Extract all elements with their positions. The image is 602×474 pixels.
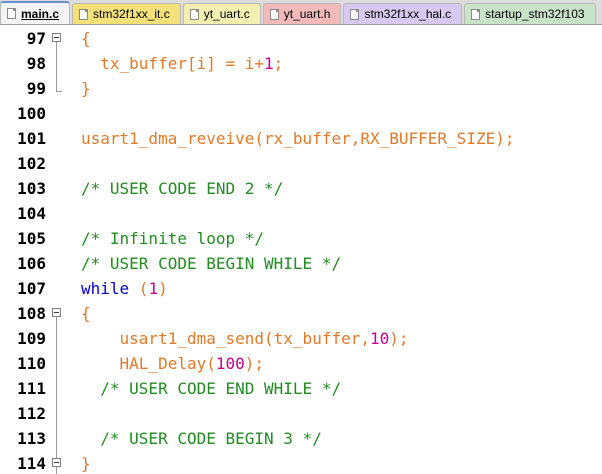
code-line[interactable]: 108 {: [0, 301, 602, 326]
collapse-icon[interactable]: [52, 33, 61, 42]
file-tab-label: stm32f1xx_it.c: [93, 7, 170, 21]
file-tab-bar: main.c stm32f1xx_it.c yt_uart.c yt_uart.h st…: [0, 0, 602, 25]
line-number: 97: [26, 29, 46, 48]
line-number: 105: [17, 229, 46, 248]
code-line[interactable]: 97 {: [0, 26, 602, 51]
code-line[interactable]: 100: [0, 101, 602, 126]
collapse-icon[interactable]: [52, 308, 61, 317]
file-icon: [350, 8, 360, 20]
code-line[interactable]: 101 usart1_dma_reveive(rx_buffer,RX_BUFFE…: [0, 126, 602, 151]
line-number: 106: [17, 254, 46, 273]
code-line[interactable]: 109 usart1_dma_send(tx_buffer,10);: [0, 326, 602, 351]
code-text: {: [81, 301, 91, 326]
code-line[interactable]: 105 /* Infinite loop */: [0, 226, 602, 251]
line-number: 112: [17, 404, 46, 423]
code-text: usart1_dma_send(tx_buffer,10);: [81, 326, 409, 351]
line-number: 98: [26, 54, 46, 73]
code-text: /* USER CODE BEGIN WHILE */: [81, 251, 341, 276]
file-icon: [189, 8, 199, 20]
line-number: 100: [17, 104, 46, 123]
code-line[interactable]: 107 while (1): [0, 276, 602, 301]
file-tab-main-c[interactable]: main.c: [0, 1, 71, 24]
file-icon: [269, 8, 279, 20]
file-tab-stm32f1xx-it-c[interactable]: stm32f1xx_it.c: [72, 3, 181, 24]
file-tab-label: main.c: [21, 6, 60, 21]
code-text: /* USER CODE END 2 */: [81, 176, 283, 201]
line-number: 99: [26, 79, 46, 98]
line-number: 111: [17, 379, 46, 398]
code-token: }: [81, 454, 91, 473]
code-token: /* USER CODE END WHILE */: [100, 379, 342, 398]
line-number: 103: [17, 179, 46, 198]
code-token: HAL_Delay(: [119, 354, 216, 373]
file-icon: [7, 8, 16, 19]
code-line[interactable]: 103 /* USER CODE END 2 */: [0, 176, 602, 201]
code-token: {: [81, 29, 91, 48]
code-token: usart1_dma_send(tx_buffer,: [119, 329, 370, 348]
file-tab-yt-uart-c[interactable]: yt_uart.c: [182, 3, 261, 24]
code-text: {: [81, 26, 91, 51]
line-number: 107: [17, 279, 46, 298]
code-line[interactable]: 110 HAL_Delay(100);: [0, 351, 602, 376]
code-line[interactable]: 99}: [0, 76, 602, 101]
file-icon: [79, 8, 89, 20]
code-token: 1: [264, 54, 274, 73]
code-token: /* USER CODE BEGIN WHILE */: [81, 254, 342, 273]
code-text: }: [81, 451, 91, 474]
code-text: tx_buffer[i] = i+1;: [81, 51, 283, 76]
code-line[interactable]: 114}: [0, 451, 602, 474]
line-number: 108: [17, 304, 46, 323]
code-line[interactable]: 98 tx_buffer[i] = i+1;: [0, 51, 602, 76]
code-token: );: [244, 354, 265, 373]
file-tab-yt-uart-h[interactable]: yt_uart.h: [262, 3, 342, 24]
code-text: }: [81, 76, 91, 101]
file-tab-label: yt_uart.c: [203, 7, 250, 21]
file-tab-label: stm32f1xx_hal.c: [364, 7, 452, 21]
collapse-icon[interactable]: [52, 458, 61, 467]
code-token: while: [81, 279, 130, 298]
file-tab-stm32f1xx-hal-c[interactable]: stm32f1xx_hal.c: [343, 3, 463, 24]
line-number: 109: [17, 329, 46, 348]
code-token: {: [81, 304, 91, 323]
code-text: HAL_Delay(100);: [81, 351, 265, 376]
code-text: usart1_dma_reveive(rx_buffer,RX_BUFFER_S…: [81, 126, 514, 151]
code-line[interactable]: 102: [0, 151, 602, 176]
code-line[interactable]: 112: [0, 401, 602, 426]
line-number: 114: [17, 454, 46, 473]
code-token: ): [158, 279, 168, 298]
file-tab-label: yt_uart.h: [283, 7, 331, 21]
code-line[interactable]: 106 /* USER CODE BEGIN WHILE */: [0, 251, 602, 276]
code-token: /* USER CODE END 2 */: [81, 179, 284, 198]
code-token: usart1_dma_reveive(rx_buffer,RX_BUFFER_S…: [81, 129, 515, 148]
line-number: 113: [17, 429, 46, 448]
code-token: 100: [215, 354, 245, 373]
file-tab-label: startup_stm32f103: [485, 7, 585, 21]
file-icon: [471, 8, 481, 20]
code-text: /* USER CODE END WHILE */: [81, 376, 341, 401]
code-text: /* USER CODE BEGIN 3 */: [81, 426, 322, 451]
code-text: while (1): [81, 276, 168, 301]
code-editor[interactable]: 97{98 tx_buffer[i] = i+1; 99} 100 101 usart1…: [0, 25, 602, 474]
code-token: tx_buffer[i] = i+: [100, 54, 265, 73]
file-tab-startup-stm32f103[interactable]: startup_stm32f103: [464, 3, 596, 24]
line-number: 104: [17, 204, 46, 223]
code-token: 1: [148, 279, 159, 298]
code-line[interactable]: 111 /* USER CODE END WHILE */: [0, 376, 602, 401]
code-token: /* Infinite loop */: [81, 229, 265, 248]
line-number: 101: [17, 129, 46, 148]
code-token: ;: [273, 54, 284, 73]
code-token: /* USER CODE BEGIN 3 */: [100, 429, 322, 448]
code-text: /* Infinite loop */: [81, 226, 264, 251]
line-number: 110: [17, 354, 46, 373]
code-token: }: [81, 79, 91, 98]
code-token: (: [129, 279, 149, 298]
code-line[interactable]: 104: [0, 201, 602, 226]
code-token: 10: [369, 329, 390, 348]
line-number: 102: [17, 154, 46, 173]
code-line[interactable]: 113 /* USER CODE BEGIN 3 */: [0, 426, 602, 451]
code-token: );: [389, 329, 409, 348]
